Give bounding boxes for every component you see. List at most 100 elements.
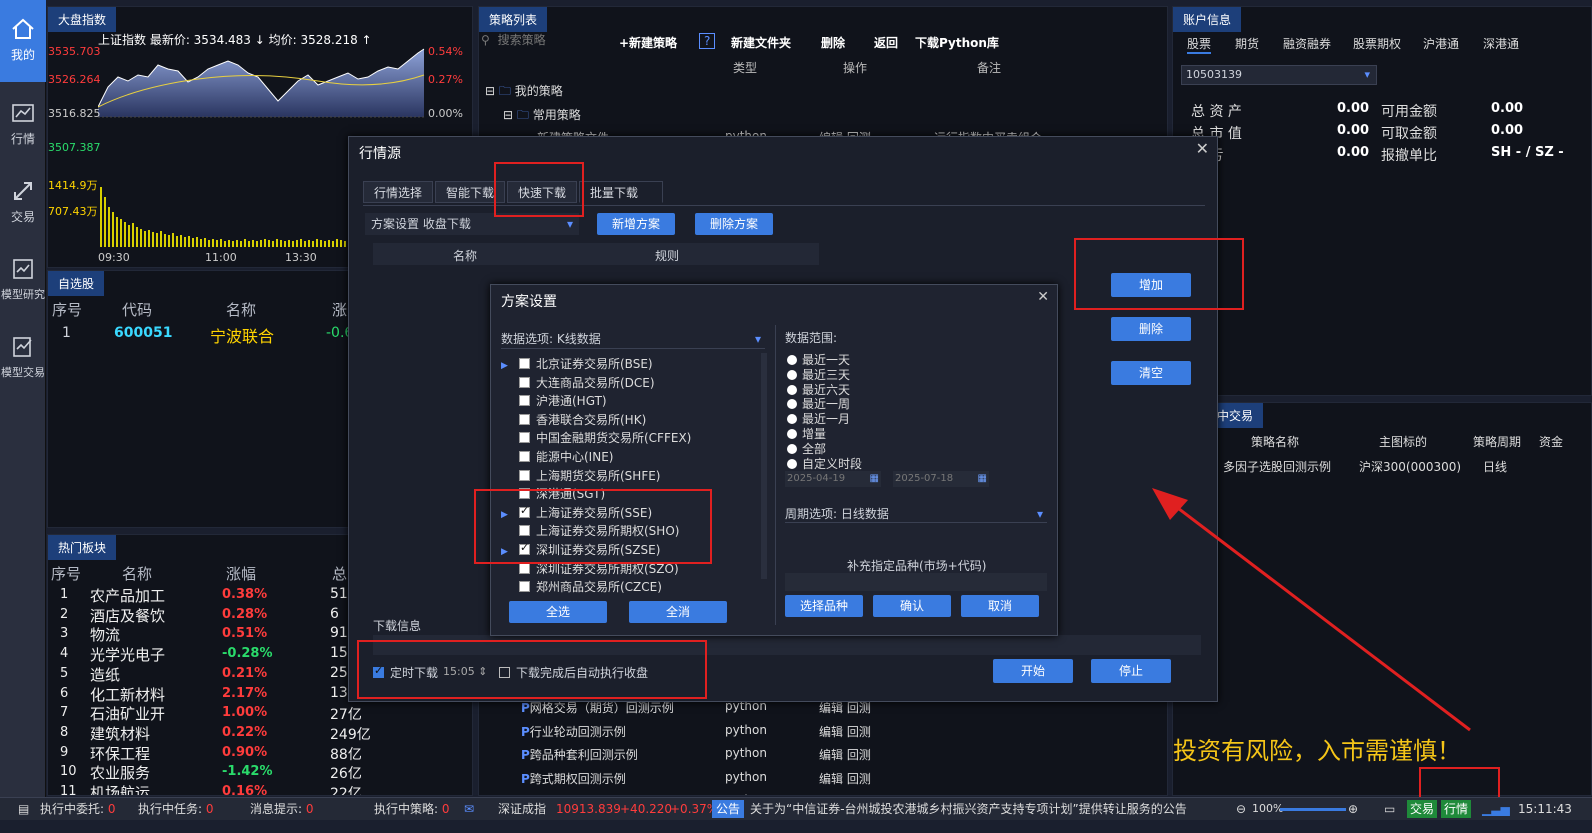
status-messages[interactable]: 消息提示: 0: [250, 798, 314, 820]
checkbox-icon[interactable]: [519, 504, 530, 518]
radio-icon[interactable]: [787, 369, 797, 380]
exchange-item[interactable]: 郑州商品交易所(CZCE): [501, 578, 662, 593]
timed-download-checkbox[interactable]: 定时下载: [373, 664, 438, 681]
exchange-item[interactable]: ▶上海证券交易所(SSE): [501, 504, 652, 521]
date-from-input[interactable]: 2025-04-19 ▦: [785, 471, 881, 487]
checkbox-icon[interactable]: [519, 358, 530, 369]
radio-icon[interactable]: [787, 355, 797, 365]
status-orders[interactable]: 执行中委托: 0: [40, 798, 116, 820]
radio-icon[interactable]: [787, 443, 797, 454]
cancel-button[interactable]: 取消: [961, 595, 1039, 617]
help-icon[interactable]: ?: [699, 33, 716, 49]
radio-icon[interactable]: [787, 399, 797, 410]
scrollbar[interactable]: [761, 353, 767, 579]
new-strategy-button[interactable]: +新建策略: [619, 34, 677, 51]
zoom-in-icon[interactable]: ⊕: [1348, 798, 1358, 820]
exchange-item[interactable]: 深港通(SGT): [501, 485, 605, 502]
exchange-item[interactable]: 上海证券交易所期权(SHO): [501, 522, 679, 539]
calendar-icon[interactable]: ▦: [870, 471, 879, 487]
exchange-item[interactable]: 深圳证券交易所期权(SZO): [501, 560, 679, 577]
checkbox-icon[interactable]: [519, 469, 530, 481]
radio-icon[interactable]: [787, 384, 797, 395]
period-select[interactable]: 周期选项: 日线数据 ▾: [785, 505, 1047, 523]
status-tasks[interactable]: 执行中任务: 0: [138, 798, 214, 820]
data-option-select[interactable]: 数据选项: K线数据 ▾: [501, 329, 765, 349]
delete-plan-button[interactable]: 删除方案: [695, 213, 773, 235]
exchange-item[interactable]: ▶ 北京证券交易所(BSE): [501, 355, 653, 372]
expand-icon[interactable]: ▶: [501, 361, 519, 371]
expand-icon[interactable]: ▶: [501, 510, 519, 520]
trade-tag[interactable]: 交易: [1407, 800, 1438, 818]
tab-quick-download[interactable]: 快速下载: [507, 181, 578, 203]
confirm-button[interactable]: 确认: [873, 595, 951, 617]
account-tab[interactable]: 融资融券: [1283, 35, 1331, 52]
exchange-item[interactable]: ▶深圳证券交易所(SZSE): [501, 541, 660, 558]
radio-icon[interactable]: [787, 414, 797, 425]
zoom-slider[interactable]: [1280, 808, 1346, 811]
sidebar-item-home[interactable]: 我的: [0, 0, 46, 82]
add-button[interactable]: 增加: [1111, 273, 1191, 297]
exchange-item[interactable]: 沪港通(HGT): [501, 392, 607, 409]
time-stepper[interactable]: 15:05 ⇕: [443, 665, 487, 678]
sidebar-item-model-trade[interactable]: 模型交易: [0, 334, 46, 394]
account-tab[interactable]: 股票期权: [1353, 35, 1401, 52]
plan-select[interactable]: 方案设置 收盘下载 ▾: [365, 213, 579, 235]
account-tab[interactable]: 深港通: [1483, 35, 1519, 52]
calendar-icon[interactable]: ▦: [978, 471, 987, 487]
radio-icon[interactable]: [787, 429, 797, 439]
select-all-button[interactable]: 全选: [509, 601, 607, 623]
exchange-item[interactable]: 能源中心(INE): [501, 448, 613, 465]
clear-button[interactable]: 清空: [1111, 361, 1191, 385]
sidebar-item-research[interactable]: 模型研究: [0, 256, 46, 316]
checkbox-icon[interactable]: [519, 525, 530, 537]
sidebar-item-market[interactable]: 行情: [0, 100, 46, 160]
mail-icon[interactable]: ✉: [464, 798, 474, 820]
date-to-input[interactable]: 2025-07-18 ▦: [893, 471, 989, 487]
new-folder-button[interactable]: 新建文件夹: [731, 34, 791, 51]
back-button[interactable]: 返回: [874, 34, 898, 51]
account-tab[interactable]: 期货: [1235, 35, 1259, 52]
tab-smart-download[interactable]: 智能下载: [435, 181, 506, 203]
checkbox-icon[interactable]: [519, 413, 530, 425]
tree-folder-my-strategies[interactable]: ⊟ 🗀 我的策略: [485, 82, 563, 103]
checkbox-icon[interactable]: [519, 432, 530, 444]
supplement-input[interactable]: [785, 573, 1047, 591]
radio-icon[interactable]: [787, 458, 797, 469]
checkbox-icon[interactable]: [519, 488, 530, 500]
sidebar-item-trade[interactable]: 交易: [0, 178, 46, 238]
tab-batch-download[interactable]: 批量下载: [579, 181, 663, 203]
checkbox-icon[interactable]: [519, 562, 530, 574]
checkbox-icon[interactable]: [519, 376, 530, 388]
tree-folder-common[interactable]: ⊟ 🗀 常用策略: [503, 106, 581, 127]
checkbox-icon[interactable]: [519, 541, 530, 555]
checkbox-icon[interactable]: [519, 451, 530, 462]
account-tab[interactable]: 股票: [1187, 35, 1212, 54]
start-button[interactable]: 开始: [993, 659, 1073, 683]
auto-exec-checkbox[interactable]: 下载完成后自动执行收盘: [499, 664, 648, 681]
exchange-item[interactable]: 香港联合交易所(HK): [501, 411, 646, 428]
exchange-item[interactable]: 上海期货交易所(SHFE): [501, 467, 661, 484]
account-select[interactable]: 10503139 ▾: [1181, 65, 1377, 85]
download-python-button[interactable]: 下载Python库: [915, 34, 999, 51]
zoom-out-icon[interactable]: ⊖: [1236, 798, 1246, 820]
range-option[interactable]: 自定义时段: [787, 455, 862, 472]
search-input[interactable]: ⚲ 搜索策略: [481, 31, 601, 53]
notice-text[interactable]: 关于为“中信证券-台州城投农港城乡村振兴资产支持专项计划”提供转让服务的公告: [750, 798, 1220, 820]
choose-variety-button[interactable]: 选择品种: [785, 595, 863, 617]
exchange-item[interactable]: 大连商品交易所(DCE): [501, 374, 655, 391]
expand-icon[interactable]: ▶: [501, 547, 519, 557]
add-plan-button[interactable]: 新增方案: [597, 213, 675, 235]
tab-market-select[interactable]: 行情选择: [363, 181, 434, 203]
delete-button[interactable]: 删除: [1111, 317, 1191, 341]
close-icon[interactable]: ✕: [1037, 289, 1049, 305]
close-icon[interactable]: ✕: [1196, 139, 1209, 158]
checkbox-icon[interactable]: [519, 581, 530, 593]
account-tab[interactable]: 沪港通: [1423, 35, 1459, 52]
status-strategies[interactable]: 执行中策略: 0: [374, 798, 450, 820]
delete-button[interactable]: 删除: [821, 34, 845, 51]
deselect-all-button[interactable]: 全消: [629, 601, 727, 623]
exchange-item[interactable]: 中国金融期货交易所(CFFEX): [501, 429, 691, 446]
screen-icon[interactable]: ▭: [1384, 798, 1395, 820]
checkbox-icon[interactable]: [519, 395, 530, 407]
market-tag[interactable]: 行情: [1441, 800, 1472, 818]
